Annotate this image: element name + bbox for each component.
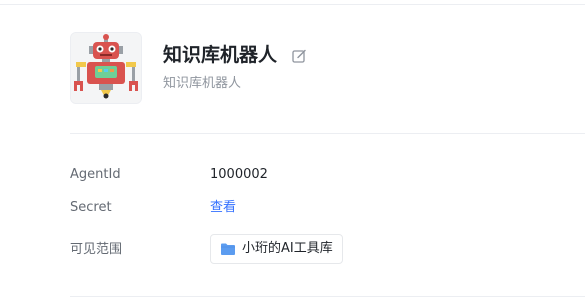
bottom-divider (70, 296, 585, 297)
secret-label: Secret (70, 200, 112, 215)
agent-id-label: AgentId (70, 167, 121, 182)
visible-scope-item[interactable]: 小珩的AI工具库 (210, 234, 343, 264)
edit-icon (292, 49, 306, 63)
app-name: 知识库机器人 (163, 44, 278, 66)
visible-scope-label: 可见范围 (70, 242, 123, 257)
edit-name-button[interactable] (291, 48, 307, 64)
folder-icon (221, 243, 235, 255)
visible-scope-value: 小珩的AI工具库 (242, 241, 333, 256)
top-divider (0, 4, 585, 5)
robot-icon (71, 33, 141, 103)
view-secret-link[interactable]: 查看 (210, 199, 236, 217)
section-divider (70, 133, 585, 134)
agent-id-value: 1000002 (210, 167, 268, 182)
app-avatar[interactable] (70, 32, 142, 104)
app-description: 知识库机器人 (163, 76, 242, 91)
